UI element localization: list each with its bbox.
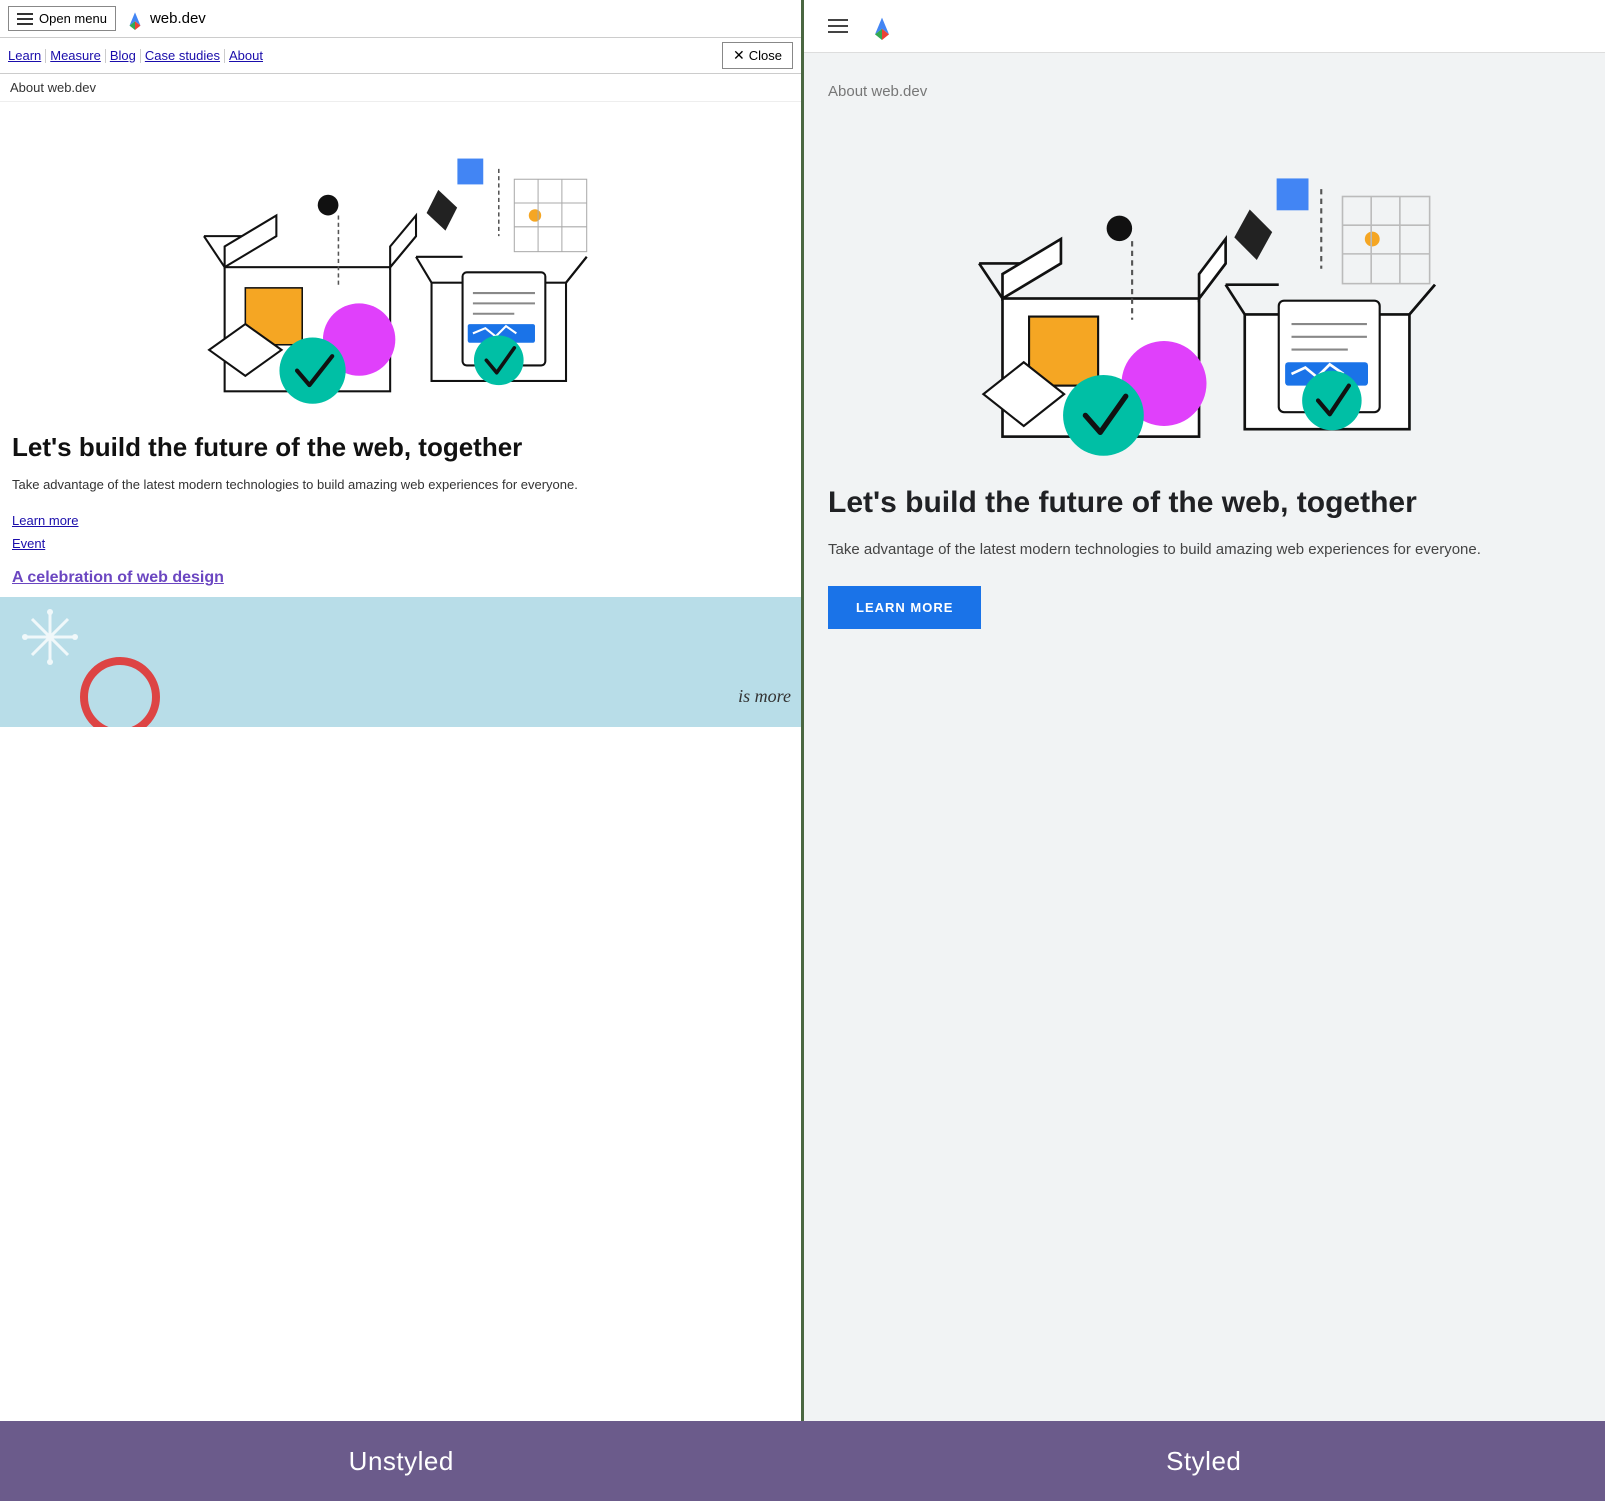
nav-case-studies[interactable]: Case studies <box>145 48 220 63</box>
styled-label: Styled <box>1166 1446 1241 1477</box>
styled-label-box: Styled <box>803 1421 1605 1501</box>
right-heading: Let's build the future of the web, toget… <box>828 484 1581 522</box>
labels-bar: Unstyled Styled <box>0 1421 1605 1501</box>
right-illustration-svg <box>960 120 1449 460</box>
nav-sep-4 <box>224 49 225 63</box>
left-bottom-preview: is more <box>0 597 801 727</box>
learn-more-button[interactable]: LEARN MORE <box>828 586 981 629</box>
nav-sep-3 <box>140 49 141 63</box>
celebration-link[interactable]: A celebration of web design <box>12 569 224 586</box>
right-logo-icon <box>868 12 896 40</box>
cursive-text: is more <box>738 686 791 707</box>
unstyled-label: Unstyled <box>349 1446 454 1477</box>
unstyled-label-box: Unstyled <box>0 1421 803 1501</box>
close-label: Close <box>749 48 782 63</box>
left-logo: web.dev <box>124 8 206 30</box>
site-name: web.dev <box>150 10 206 27</box>
nav-measure[interactable]: Measure <box>50 48 101 63</box>
right-panel: About web.dev <box>804 0 1605 1421</box>
left-header: Open menu web.dev <box>0 0 801 38</box>
nav-sep-1 <box>45 49 46 63</box>
close-button[interactable]: ✕ Close <box>722 42 793 69</box>
left-heading: Let's build the future of the web, toget… <box>12 432 789 463</box>
left-menu-button[interactable]: Open menu <box>8 6 116 31</box>
left-about-label: About web.dev <box>0 74 801 102</box>
right-logo <box>868 12 896 40</box>
logo-icon <box>124 8 146 30</box>
right-hamburger-icon <box>828 19 848 33</box>
left-links: Learn more Event <box>12 509 789 556</box>
right-about-label: About web.dev <box>828 83 1581 100</box>
hamburger-icon <box>17 13 33 25</box>
right-main: About web.dev <box>804 53 1605 649</box>
left-illustration-svg <box>10 112 791 412</box>
close-x-icon: ✕ <box>733 47 745 64</box>
right-menu-button[interactable] <box>824 15 852 37</box>
menu-button-label: Open menu <box>39 11 107 26</box>
right-illustration <box>828 120 1581 460</box>
left-panel: Open menu web.dev Learn Measure Blog Cas… <box>0 0 804 1421</box>
learn-more-link[interactable]: Learn more <box>12 509 789 532</box>
left-content: Let's build the future of the web, toget… <box>0 422 801 597</box>
nav-learn[interactable]: Learn <box>8 48 41 63</box>
right-description: Take advantage of the latest modern tech… <box>828 538 1581 562</box>
nav-sep-2 <box>105 49 106 63</box>
circle-decoration <box>80 657 160 727</box>
right-header <box>804 0 1605 53</box>
left-description: Take advantage of the latest modern tech… <box>12 475 789 495</box>
left-illustration <box>0 102 801 422</box>
event-link[interactable]: Event <box>12 532 789 555</box>
nav-blog[interactable]: Blog <box>110 48 136 63</box>
nav-about[interactable]: About <box>229 48 263 63</box>
left-nav: Learn Measure Blog Case studies About ✕ … <box>0 38 801 74</box>
snowflake-icon <box>20 607 80 667</box>
